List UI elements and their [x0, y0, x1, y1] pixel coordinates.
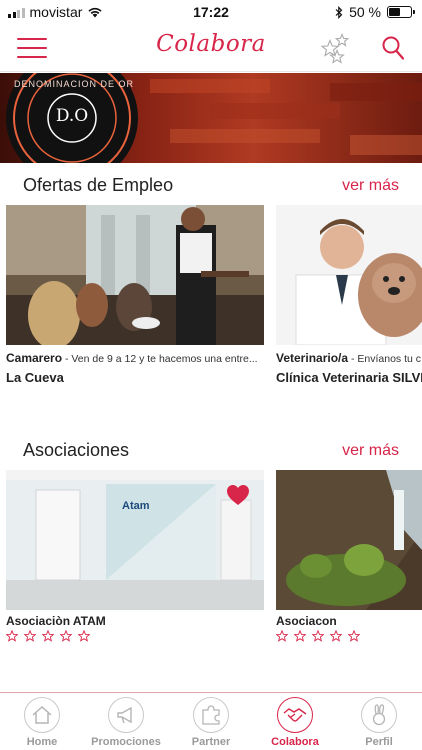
job-description: Envíanos tu c [357, 353, 422, 365]
tab-label: Partner [191, 736, 231, 748]
star-outline-icon[interactable] [42, 630, 54, 642]
star-outline-icon[interactable] [312, 630, 324, 642]
tab-bar: Home Promociones Partner Colabora Perfil [0, 692, 422, 750]
nav-bar: Colabora [0, 24, 422, 72]
star-outline-icon[interactable] [24, 630, 36, 642]
job-description: Ven de 9 a 12 y te hacemos una entre... [71, 353, 258, 365]
association-image-nature [276, 470, 422, 610]
job-summary: Camarero - Ven de 9 a 12 y te hacemos un… [6, 351, 264, 365]
hero-logo-text: D.O [55, 106, 89, 126]
hero-banner[interactable]: D.O DENOMINACION DE ORIGEN [0, 73, 422, 163]
job-card[interactable]: Veterinario/a - Envíanos tu c Clínica Ve… [276, 205, 422, 385]
job-image-vet [276, 205, 422, 345]
association-card[interactable]: Asociacon [276, 470, 422, 642]
job-company: La Cueva [6, 370, 64, 385]
section-title-associations: Asociaciones [23, 440, 130, 460]
handshake-icon [277, 697, 313, 733]
home-icon [24, 697, 60, 733]
hero-ring-text: DENOMINACION DE ORIGEN [14, 79, 134, 89]
star-outline-icon[interactable] [6, 630, 18, 642]
search-icon[interactable] [381, 35, 405, 61]
battery-icon [387, 6, 415, 18]
tab-label: Home [26, 736, 58, 748]
job-separator: - [62, 353, 72, 365]
puzzle-icon [193, 697, 229, 733]
association-image-atam: Atam [6, 470, 264, 610]
job-separator: - [348, 353, 358, 365]
header-logo: Colabora [150, 28, 272, 68]
star-outline-icon[interactable] [78, 630, 90, 642]
job-role: Camarero [6, 351, 63, 365]
job-card[interactable]: Camarero - Ven de 9 a 12 y te hacemos un… [6, 205, 264, 385]
association-card[interactable]: Atam Asociaciòn ATAM [6, 470, 264, 642]
star-outline-icon[interactable] [330, 630, 342, 642]
bunny-icon [361, 697, 397, 733]
megaphone-icon [108, 697, 144, 733]
job-role: Veterinario/a [276, 351, 349, 365]
status-right: 50 % [335, 4, 415, 20]
job-summary: Veterinario/a - Envíanos tu c [276, 351, 422, 365]
tab-label: Promociones [91, 736, 161, 748]
status-bar: movistar 17:22 50 % [0, 0, 422, 24]
tab-partner[interactable]: Partner [169, 697, 253, 748]
tab-perfil[interactable]: Perfil [337, 697, 421, 748]
bluetooth-icon [335, 5, 343, 19]
tab-colabora[interactable]: Colabora [253, 697, 337, 748]
association-name: Asociaciòn ATAM [6, 614, 106, 628]
associations-more-link[interactable]: ver más [342, 442, 399, 460]
star-outline-icon[interactable] [348, 630, 360, 642]
association-sign: Atam [122, 500, 150, 512]
section-title-jobs: Ofertas de Empleo [23, 175, 174, 195]
tab-label: Perfil [365, 736, 393, 748]
app-title: Colabora [156, 31, 266, 57]
stars-icon[interactable] [318, 32, 352, 64]
battery-percent: 50 % [349, 4, 381, 20]
star-outline-icon[interactable] [276, 630, 288, 642]
star-rating[interactable] [276, 630, 422, 642]
jobs-more-link[interactable]: ver más [342, 177, 399, 195]
favorite-heart-icon[interactable] [226, 484, 250, 506]
tab-label: Colabora [271, 736, 319, 748]
star-rating[interactable] [6, 630, 264, 642]
star-outline-icon[interactable] [60, 630, 72, 642]
association-name: Asociacon [276, 614, 337, 628]
tab-home[interactable]: Home [0, 697, 84, 748]
job-company: Clínica Veterinaria SILVIO [276, 370, 422, 385]
star-outline-icon[interactable] [294, 630, 306, 642]
job-image-waiter [6, 205, 264, 345]
tab-promociones[interactable]: Promociones [84, 697, 168, 748]
